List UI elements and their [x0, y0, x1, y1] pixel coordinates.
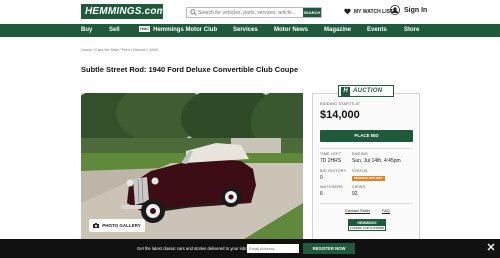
nav-item-store[interactable]: Store — [404, 26, 419, 35]
main-nav: Buy Sell HMC Hemmings Motor Club Services… — [0, 24, 500, 37]
photo-gallery-button[interactable]: PHOTO GALLERY — [89, 219, 145, 232]
nav-item-services[interactable]: Services — [233, 26, 258, 35]
status-label: STATUS — [352, 169, 368, 173]
user-icon — [390, 5, 400, 15]
badge-subtitle: CLASSIC CAR AUCTIONS — [349, 226, 385, 230]
search-button[interactable]: SEARCH — [303, 8, 321, 17]
nav-item-motor-news[interactable]: Motor News — [274, 26, 308, 35]
auction-tag-label: AUCTION — [353, 88, 383, 94]
header: HEMMINGS.com SEARCH MY WATCH LIST Sign I… — [0, 0, 500, 24]
hemmings-logo[interactable]: HEMMINGS.com — [81, 4, 166, 19]
search-icon — [190, 9, 197, 16]
reserve-status-badge: RESERVE NOT MET — [352, 176, 385, 181]
ending-label: ENDING — [352, 152, 368, 156]
auction-h-logo: H — [341, 86, 350, 96]
camera-icon — [93, 223, 100, 228]
nav-item-sell[interactable]: Sell — [109, 26, 120, 35]
search-input[interactable] — [198, 8, 302, 17]
nav-item-buy[interactable]: Buy — [81, 26, 92, 35]
newsletter-email-input[interactable] — [247, 244, 299, 253]
time-left-value: 7D 2HRS — [320, 158, 342, 164]
starting-price: $14,000 — [320, 109, 360, 121]
watchlist-label: MY WATCH LIST — [354, 8, 393, 15]
photo-gallery-label: PHOTO GALLERY — [102, 223, 141, 228]
bid-history-label: BID HISTORY — [320, 169, 347, 173]
register-now-button[interactable]: REGISTER NOW — [303, 243, 355, 254]
ending-value: Sun, Jul 14th, 4:45pm — [352, 158, 401, 164]
hmc-badge: HMC — [139, 26, 151, 32]
nav-item-motor-club[interactable]: HMC Hemmings Motor Club — [139, 26, 217, 35]
nav-item-magazine[interactable]: Magazine — [324, 26, 351, 35]
time-left-label: TIME LEFT — [320, 152, 342, 156]
breadcrumb[interactable]: Home / Cars for Sale / Ford / Deluxe / 1… — [81, 47, 158, 52]
bidding-starts-label: BIDDING STARTS AT — [320, 102, 361, 106]
views-label: VIEWS — [352, 185, 366, 189]
divider — [320, 148, 413, 149]
nav-item-events[interactable]: Events — [367, 26, 387, 35]
close-icon[interactable] — [486, 242, 496, 252]
search-box[interactable]: SEARCH — [186, 7, 322, 18]
newsletter-text: Get the latest classic cars and stories … — [137, 246, 250, 251]
sign-in-link[interactable]: Sign In — [390, 5, 427, 15]
nav-item-motor-club-label: Hemmings Motor Club — [153, 27, 218, 33]
newsletter-banner: Get the latest classic cars and stories … — [0, 239, 500, 258]
auction-tag: H AUCTION — [338, 85, 394, 97]
views-value: 92 — [352, 191, 358, 197]
contact-seller-link[interactable]: Contact Seller — [345, 208, 370, 213]
sign-in-label: Sign In — [404, 6, 428, 14]
watchers-value: 6 — [320, 191, 323, 197]
classic-car-auctions-badge: HEMMINGS CLASSIC CAR AUCTIONS — [348, 219, 386, 231]
watchers-label: WATCHERS — [320, 185, 343, 189]
bid-history-value[interactable]: 0 — [320, 175, 323, 181]
divider — [320, 203, 413, 204]
heart-icon — [344, 8, 351, 15]
page-title: Subtle Street Rod: 1940 Ford Deluxe Conv… — [81, 65, 299, 74]
watchlist-link[interactable]: MY WATCH LIST — [344, 8, 393, 15]
place-bid-button[interactable]: PLACE BID — [320, 130, 413, 142]
faq-link[interactable]: FAQ — [382, 208, 390, 213]
